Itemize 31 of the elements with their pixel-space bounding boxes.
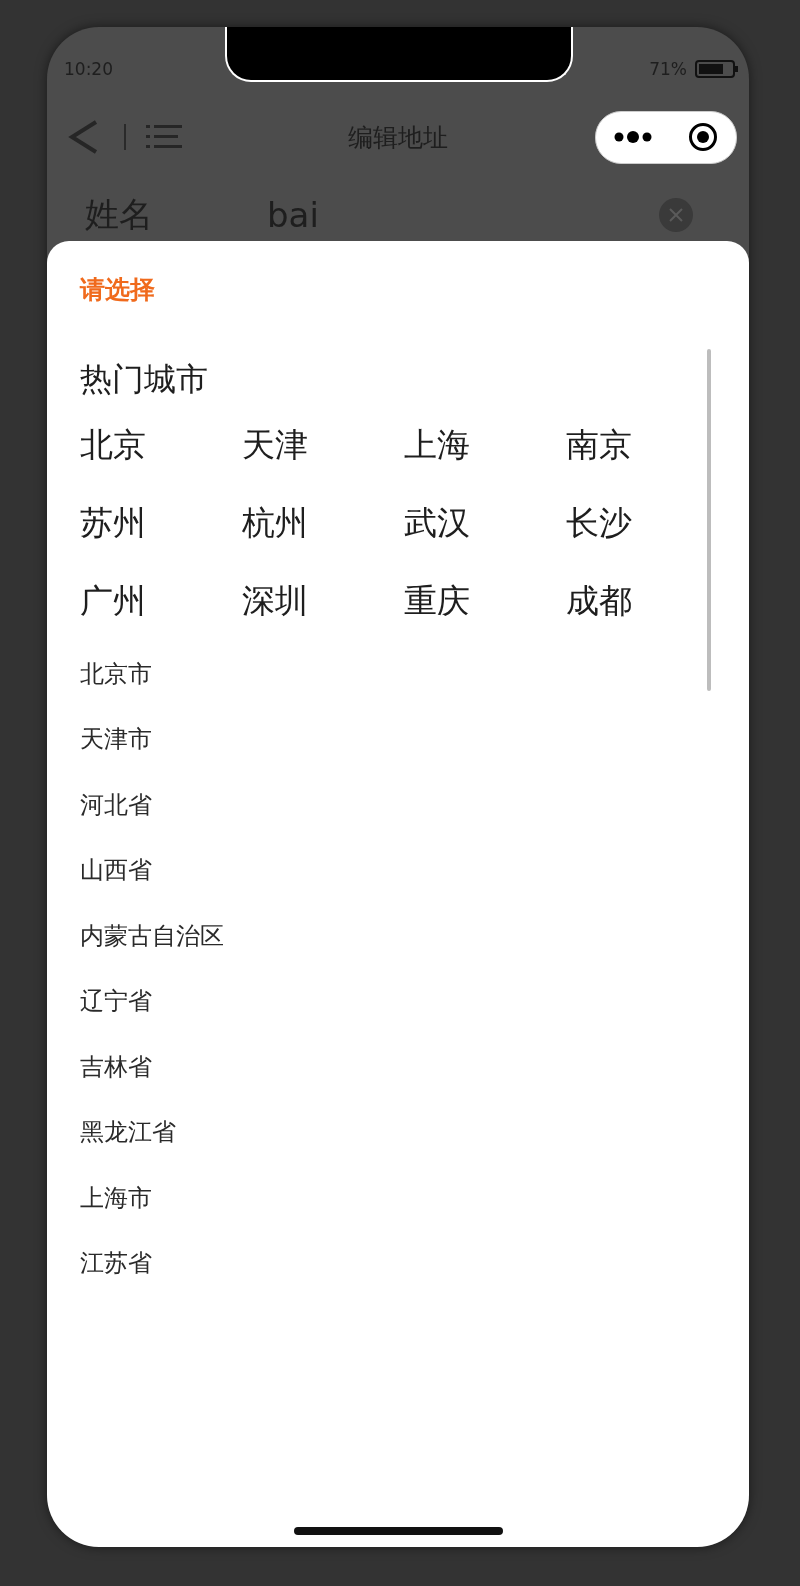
region-option[interactable]: 黑龙江省 bbox=[80, 1099, 176, 1165]
region-option[interactable]: 北京市 bbox=[80, 641, 152, 707]
city-option[interactable]: 深圳 bbox=[242, 579, 308, 623]
city-option[interactable]: 长沙 bbox=[566, 501, 632, 545]
menu-button[interactable] bbox=[146, 124, 182, 150]
close-target-button[interactable] bbox=[688, 122, 718, 152]
region-option[interactable]: 辽宁省 bbox=[80, 968, 152, 1034]
city-option[interactable]: 上海 bbox=[404, 423, 470, 467]
region-option[interactable]: 上海市 bbox=[80, 1165, 152, 1231]
city-option[interactable]: 重庆 bbox=[404, 579, 470, 623]
region-option[interactable]: 河北省 bbox=[80, 772, 152, 838]
back-button[interactable] bbox=[68, 119, 100, 155]
section-title: 热门城市 bbox=[80, 359, 209, 399]
city-option[interactable]: 苏州 bbox=[80, 501, 146, 545]
region-option[interactable]: 天津市 bbox=[80, 706, 152, 772]
region-option[interactable]: 山西省 bbox=[80, 837, 152, 903]
city-option[interactable]: 天津 bbox=[242, 423, 308, 467]
city-option[interactable]: 广州 bbox=[80, 579, 146, 623]
city-option[interactable]: 北京 bbox=[80, 423, 146, 467]
city-option[interactable]: 南京 bbox=[566, 423, 632, 467]
city-option[interactable]: 成都 bbox=[566, 579, 632, 623]
scrollbar[interactable] bbox=[707, 349, 711, 691]
clear-button[interactable] bbox=[659, 198, 693, 232]
city-option[interactable]: 武汉 bbox=[404, 501, 470, 545]
more-button[interactable] bbox=[614, 130, 652, 144]
battery-icon bbox=[695, 60, 739, 78]
region-option[interactable]: 内蒙古自治区 bbox=[80, 903, 224, 969]
city-option[interactable]: 杭州 bbox=[242, 501, 308, 545]
region-option[interactable]: 江苏省 bbox=[80, 1230, 152, 1296]
sheet-title: 请选择 bbox=[80, 273, 156, 306]
region-option[interactable]: 吉林省 bbox=[80, 1034, 152, 1100]
